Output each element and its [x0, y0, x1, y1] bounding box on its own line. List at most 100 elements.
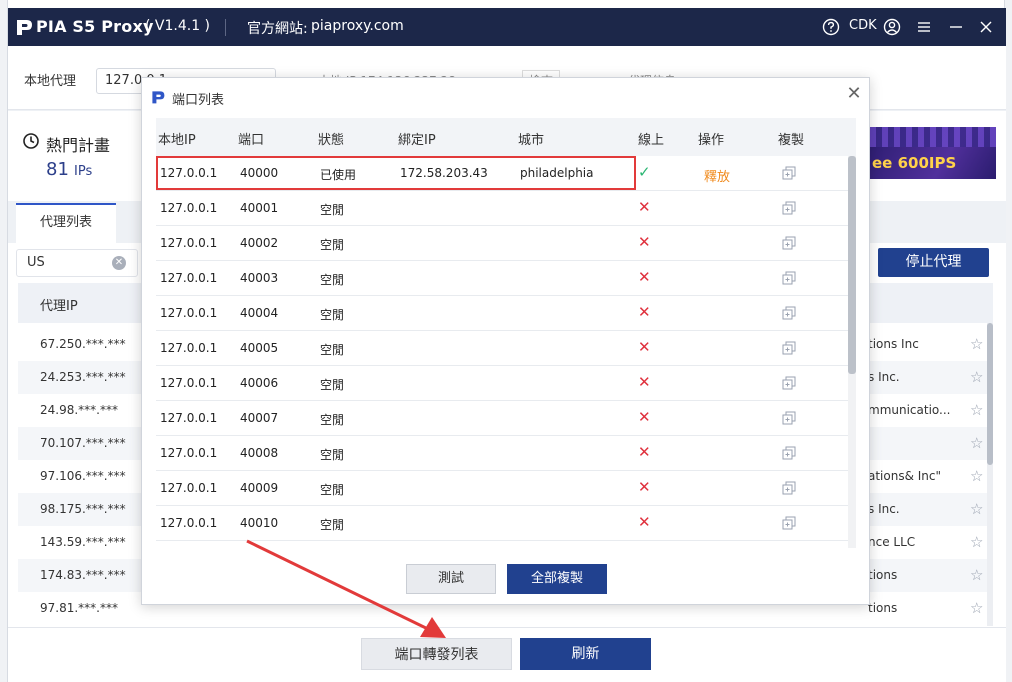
table-row[interactable]: 127.0.0.1 40004 空閒 ✕	[156, 296, 856, 331]
cell-status: 空閒	[320, 378, 345, 392]
proxy-ip: 24.98.***.***	[40, 403, 118, 417]
proxy-ip: 97.106.***.***	[40, 469, 126, 483]
help-icon[interactable]	[821, 17, 841, 37]
cell-local-ip: 127.0.0.1	[160, 376, 218, 390]
copy-icon[interactable]	[782, 376, 796, 390]
cell-status: 空閒	[320, 273, 345, 287]
cell-port: 40005	[240, 341, 279, 355]
app-logo-icon	[17, 20, 32, 35]
header-bound-ip: 綁定IP	[398, 133, 436, 148]
port-table-header: 本地IP 端口 狀態 綁定IP 城市 線上 操作 複製	[156, 118, 856, 156]
cell-port: 40002	[240, 236, 279, 250]
cross-icon: ✕	[638, 198, 651, 216]
app-version: ( V1.4.1 )	[145, 18, 211, 34]
header-copy: 複製	[778, 133, 805, 148]
cell-status: 空閒	[320, 448, 345, 462]
proxy-isp: ations& Inc"	[868, 469, 942, 483]
table-row[interactable]: 127.0.0.1 40009 空閒 ✕	[156, 471, 856, 506]
promo-banner[interactable]: ee 600IPS	[870, 127, 996, 179]
header-local-ip: 本地IP	[158, 133, 196, 148]
scrollbar-thumb[interactable]	[848, 156, 856, 374]
table-row[interactable]: 127.0.0.1 40005 空閒 ✕	[156, 331, 856, 366]
proxy-isp: s Inc.	[868, 370, 900, 384]
table-row[interactable]: 127.0.0.1 40007 空閒 ✕	[156, 401, 856, 436]
header-port: 端口	[238, 133, 265, 148]
minimize-icon[interactable]	[946, 17, 966, 37]
star-icon[interactable]: ☆	[970, 368, 983, 386]
table-row[interactable]: 127.0.0.1 40008 空閒 ✕	[156, 436, 856, 471]
port-list-dialog: 端口列表 ✕ 本地IP 端口 狀態 綁定IP 城市 線上 操作 複製 127.0…	[141, 77, 870, 605]
star-icon[interactable]: ☆	[970, 434, 983, 452]
proxy-ip: 97.81.***.***	[40, 601, 118, 615]
cdk-button[interactable]: CDK	[849, 18, 877, 33]
highlight-box	[156, 156, 636, 190]
close-icon[interactable]	[976, 17, 996, 37]
release-button[interactable]: 釋放	[704, 166, 730, 185]
cell-local-ip: 127.0.0.1	[160, 411, 218, 425]
copy-icon[interactable]	[782, 516, 796, 530]
proxy-list-scrollbar[interactable]	[987, 323, 993, 626]
table-row[interactable]: 127.0.0.1 40006 空閒 ✕	[156, 366, 856, 401]
clear-icon[interactable]: ✕	[112, 256, 126, 270]
copy-icon[interactable]	[782, 166, 796, 180]
check-icon: ✓	[638, 163, 651, 181]
star-icon[interactable]: ☆	[970, 500, 983, 518]
refresh-button[interactable]: 刷新	[520, 638, 651, 670]
copy-all-button[interactable]: 全部複製	[507, 564, 607, 594]
port-forward-list-button[interactable]: 端口轉發列表	[361, 638, 512, 670]
cell-local-ip: 127.0.0.1	[160, 341, 218, 355]
port-table-scrollbar[interactable]	[848, 156, 856, 548]
star-icon[interactable]: ☆	[970, 401, 983, 419]
cell-status: 空閒	[320, 343, 345, 357]
tab-proxy-list[interactable]: 代理列表	[16, 203, 116, 243]
copy-icon[interactable]	[782, 306, 796, 320]
banner-decoration	[870, 127, 996, 147]
user-icon[interactable]	[882, 17, 902, 37]
copy-icon[interactable]	[782, 201, 796, 215]
copy-icon[interactable]	[782, 236, 796, 250]
scrollbar-thumb[interactable]	[987, 323, 993, 465]
table-row[interactable]: 127.0.0.1 40002 空閒 ✕	[156, 226, 856, 261]
table-row[interactable]: 127.0.0.1 40001 空閒 ✕	[156, 191, 856, 226]
cross-icon: ✕	[638, 408, 651, 426]
proxy-ip: 70.107.***.***	[40, 436, 126, 450]
app-logo-icon	[152, 91, 165, 104]
copy-icon[interactable]	[782, 481, 796, 495]
proxy-isp: tions	[868, 601, 898, 615]
cell-port: 40007	[240, 411, 279, 425]
cell-status: 空閒	[320, 203, 345, 217]
table-row[interactable]: 127.0.0.1 40003 空閒 ✕	[156, 261, 856, 296]
copy-icon[interactable]	[782, 341, 796, 355]
stop-proxy-button[interactable]: 停止代理	[878, 248, 989, 277]
test-button[interactable]: 測試	[406, 564, 496, 594]
header-city: 城市	[518, 133, 545, 148]
menu-icon[interactable]	[914, 17, 934, 37]
desktop-left-edge	[0, 0, 8, 682]
copy-icon[interactable]	[782, 411, 796, 425]
official-site-label: 官方網站:	[247, 21, 308, 37]
cell-port: 40009	[240, 481, 279, 495]
proxy-isp: mmunicatio...	[868, 403, 951, 417]
title-bar: PIA S5 Proxy ( V1.4.1 ) 官方網站: piaproxy.c…	[8, 8, 1006, 46]
cross-icon: ✕	[638, 373, 651, 391]
cell-local-ip: 127.0.0.1	[160, 201, 218, 215]
local-proxy-label: 本地代理	[24, 74, 77, 89]
copy-icon[interactable]	[782, 446, 796, 460]
cross-icon: ✕	[638, 233, 651, 251]
table-row[interactable]: 127.0.0.1 40010 空閒 ✕	[156, 506, 856, 541]
close-icon[interactable]: ✕	[844, 84, 864, 104]
title-divider	[225, 19, 226, 36]
star-icon[interactable]: ☆	[970, 467, 983, 485]
official-site-link[interactable]: piaproxy.com	[311, 18, 404, 34]
copy-icon[interactable]	[782, 271, 796, 285]
app-name: PIA S5 Proxy	[36, 17, 154, 36]
star-icon[interactable]: ☆	[970, 599, 983, 617]
cross-icon: ✕	[638, 338, 651, 356]
ip-count: 81	[46, 159, 69, 180]
cross-icon: ✕	[638, 303, 651, 321]
star-icon[interactable]: ☆	[970, 533, 983, 551]
star-icon[interactable]: ☆	[970, 566, 983, 584]
star-icon[interactable]: ☆	[970, 335, 983, 353]
cell-status: 空閒	[320, 518, 345, 532]
cell-local-ip: 127.0.0.1	[160, 236, 218, 250]
